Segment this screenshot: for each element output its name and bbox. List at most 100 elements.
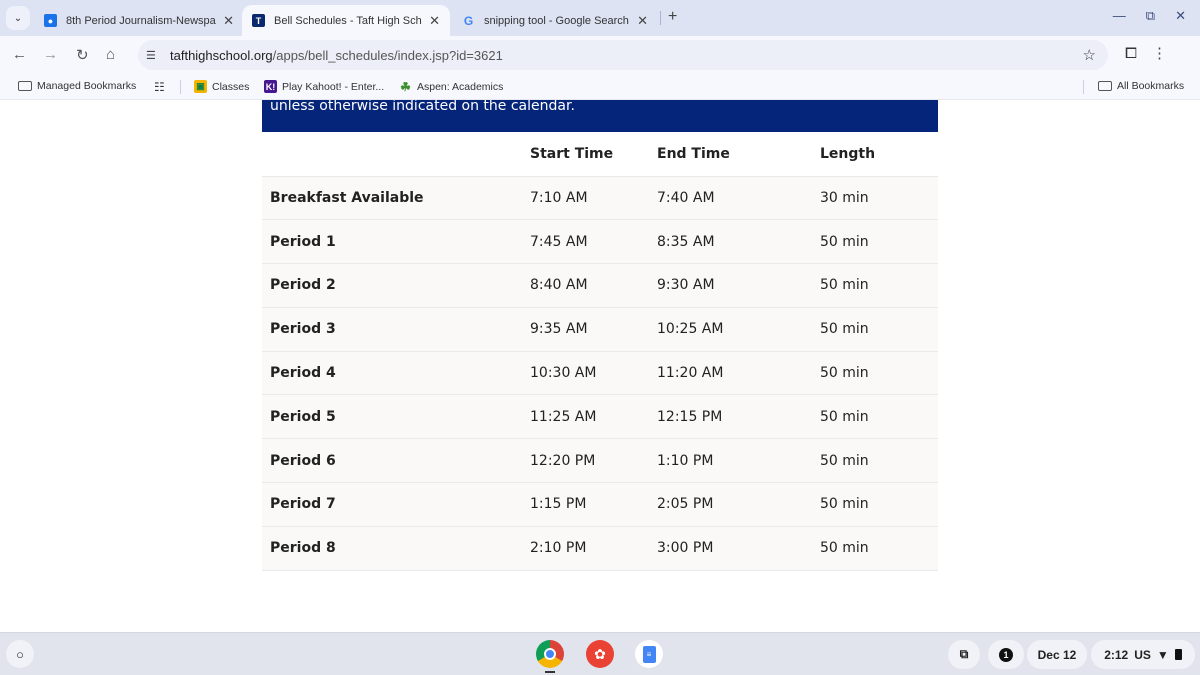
row-name: Breakfast Available <box>262 176 530 221</box>
new-tab-button[interactable]: + <box>668 8 677 26</box>
folder-icon <box>1098 81 1112 91</box>
chevron-down-icon: ⌄ <box>13 12 23 24</box>
row-length: 50 min <box>820 482 938 527</box>
chrome-app[interactable] <box>536 640 564 668</box>
row-length: 30 min <box>820 176 938 221</box>
banner-text: unless otherwise indicated on the calend… <box>270 100 575 114</box>
tab-search-button[interactable]: ⌄ <box>6 6 30 30</box>
row-end-time: 9:30 AM <box>657 263 820 308</box>
table-row: Period 8 2:10 PM 3:00 PM 50 min <box>262 526 938 571</box>
row-length: 50 min <box>820 307 938 352</box>
table-row: Period 6 12:20 PM 1:10 PM 50 min <box>262 438 938 484</box>
tab-google-search[interactable]: G snipping tool - Google Search ✕ <box>452 5 658 36</box>
notifications-button[interactable]: 1 <box>988 640 1024 669</box>
launcher-button[interactable]: ○ <box>6 640 34 668</box>
status-tray[interactable]: 2:12 US ▼ <box>1091 640 1195 669</box>
date-text: Dec 12 <box>1037 647 1077 662</box>
bookmarks-bar: Managed Bookmarks ☷ ▣ Classes K! Play Ka… <box>0 74 1200 100</box>
row-name: Period 7 <box>262 482 530 527</box>
date-tray[interactable]: Dec 12 <box>1027 640 1087 669</box>
row-length: 50 min <box>820 219 938 265</box>
google-icon: G <box>463 13 474 28</box>
row-end-time: 12:15 PM <box>657 394 820 440</box>
row-name: Period 5 <box>262 394 530 440</box>
header-length: Length <box>820 132 938 177</box>
bookmark-label: All Bookmarks <box>1117 80 1185 92</box>
close-tab-icon[interactable]: ✕ <box>223 13 234 29</box>
header-name <box>262 132 530 177</box>
tote-button[interactable]: ⧉ <box>948 640 980 669</box>
page-content: unless otherwise indicated on the calend… <box>0 100 1200 632</box>
forward-icon[interactable]: → <box>43 46 58 63</box>
browser-toolbar: ← → ↻ ⌂ ☰ tafthighschool.org/apps/bell_s… <box>0 36 1200 74</box>
restore-icon[interactable]: ⧉ <box>1146 8 1155 24</box>
close-window-icon[interactable]: ✕ <box>1175 8 1186 24</box>
row-name: Period 3 <box>262 307 530 352</box>
menu-icon[interactable]: ⋮ <box>1152 44 1167 62</box>
extensions-icon[interactable]: ⧠ <box>1125 45 1137 62</box>
header-start-time: Start Time <box>530 132 657 177</box>
canvas-app[interactable]: ✿ <box>586 640 614 668</box>
tab-journalism[interactable]: ● 8th Period Journalism-Newspa ✕ <box>34 5 244 36</box>
row-start-time: 2:10 PM <box>530 526 657 571</box>
site-info-icon[interactable]: ☰ <box>146 49 162 62</box>
schedule-banner: unless otherwise indicated on the calend… <box>262 100 938 132</box>
row-start-time: 7:10 AM <box>530 176 657 221</box>
bookmark-separator <box>180 80 181 94</box>
kahoot-icon: K! <box>264 80 277 93</box>
bookmark-aspen[interactable]: ☘ Aspen: Academics <box>399 79 503 94</box>
table-row: Period 2 8:40 AM 9:30 AM 50 min <box>262 263 938 308</box>
close-tab-icon[interactable]: ✕ <box>429 13 440 29</box>
row-start-time: 7:45 AM <box>530 219 657 265</box>
notification-badge: 1 <box>999 647 1013 662</box>
row-end-time: 10:25 AM <box>657 307 820 352</box>
holding-space-icon: ⧉ <box>959 647 969 661</box>
row-end-time: 11:20 AM <box>657 351 820 396</box>
battery-icon <box>1174 649 1182 660</box>
tab-strip: ⌄ ● 8th Period Journalism-Newspa ✕ T Bel… <box>0 0 1200 36</box>
row-end-time: 1:10 PM <box>657 438 820 484</box>
bookmark-star-icon[interactable]: ☆ <box>1083 46 1096 64</box>
row-name: Period 4 <box>262 351 530 396</box>
wifi-icon: ▼ <box>1156 647 1169 662</box>
row-length: 50 min <box>820 263 938 308</box>
header-end-time: End Time <box>657 132 820 177</box>
apps-button[interactable]: ☷ <box>154 80 165 94</box>
tab-title: Bell Schedules - Taft High Scho <box>274 14 422 27</box>
row-start-time: 10:30 AM <box>530 351 657 396</box>
system-shelf: ○ ✿ ≡ ⧉ 1 Dec 12 2:12 US ▼ <box>0 632 1200 675</box>
tab-bell-schedules[interactable]: T Bell Schedules - Taft High Scho ✕ <box>242 5 450 36</box>
docs-app[interactable]: ≡ <box>635 640 663 668</box>
bookmark-managed[interactable]: Managed Bookmarks <box>18 80 136 92</box>
docs-icon: ≡ <box>642 645 656 663</box>
palette-icon: ✿ <box>594 645 606 662</box>
reload-icon[interactable]: ↻ <box>76 46 89 64</box>
bookmark-label: Classes <box>212 80 250 93</box>
row-start-time: 12:20 PM <box>530 438 657 484</box>
close-tab-icon[interactable]: ✕ <box>637 13 648 29</box>
all-bookmarks-button[interactable]: All Bookmarks <box>1098 80 1184 92</box>
bookmark-kahoot[interactable]: K! Play Kahoot! - Enter... <box>264 80 384 93</box>
bookmark-separator <box>1083 80 1084 94</box>
table-row: Period 4 10:30 AM 11:20 AM 50 min <box>262 351 938 396</box>
aspen-leaf-icon: ☘ <box>400 79 411 94</box>
url-text[interactable]: tafthighschool.org/apps/bell_schedules/i… <box>170 48 503 63</box>
tab-separator <box>660 11 661 25</box>
minimize-icon[interactable]: — <box>1113 8 1126 24</box>
managed-folder-icon <box>18 81 32 91</box>
taft-logo-icon: T <box>252 14 265 27</box>
row-length: 50 min <box>820 394 938 440</box>
apps-grid-icon: ☷ <box>154 80 165 94</box>
back-icon[interactable]: ← <box>12 46 27 63</box>
address-bar[interactable]: ☰ tafthighschool.org/apps/bell_schedules… <box>138 40 1108 70</box>
row-name: Period 8 <box>262 526 530 571</box>
row-start-time: 9:35 AM <box>530 307 657 352</box>
window-controls: — ⧉ ✕ <box>1113 8 1186 24</box>
row-length: 50 min <box>820 438 938 484</box>
home-icon[interactable]: ⌂ <box>106 46 115 63</box>
row-end-time: 2:05 PM <box>657 482 820 527</box>
bookmark-label: Managed Bookmarks <box>37 80 137 92</box>
bookmark-classes[interactable]: ▣ Classes <box>194 80 249 93</box>
table-row: Period 7 1:15 PM 2:05 PM 50 min <box>262 482 938 527</box>
row-end-time: 8:35 AM <box>657 219 820 265</box>
